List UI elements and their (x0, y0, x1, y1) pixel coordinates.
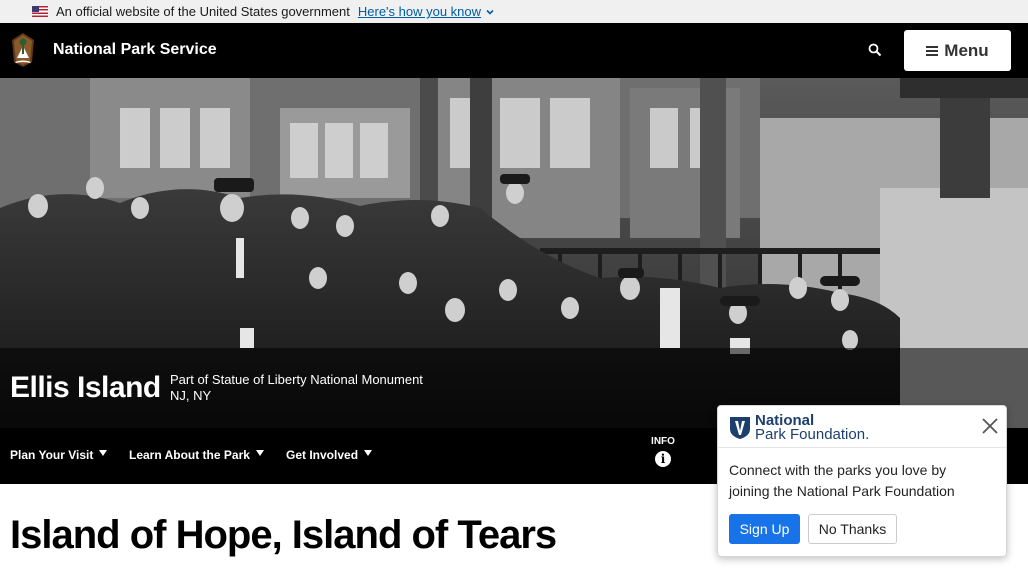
nav-plan-your-visit[interactable]: Plan Your Visit (10, 448, 108, 462)
park-name[interactable]: Ellis Island (10, 371, 161, 405)
sign-up-button[interactable]: Sign Up (729, 514, 800, 544)
hero-image: Ellis Island Part of Statue of Liberty N… (0, 78, 1028, 428)
us-flag-icon (32, 6, 48, 17)
npf-message: Connect with the parks you love by joini… (729, 462, 955, 499)
nav-get-involved-label[interactable]: Get Involved (286, 448, 358, 462)
search-icon[interactable] (868, 43, 882, 57)
site-title[interactable]: National Park Service (53, 41, 217, 59)
npf-popup: National Park Foundation. Connect with t… (717, 405, 1007, 557)
caret-down-icon[interactable] (255, 450, 264, 456)
page-title: Island of Hope, Island of Tears (10, 513, 557, 557)
park-designation: Part of Statue of Liberty National Monum… (170, 372, 423, 387)
hamburger-icon[interactable] (926, 45, 939, 56)
menu-label[interactable]: Menu (944, 41, 988, 61)
npf-shield-icon (730, 417, 750, 439)
site-header: National Park Service Menu (0, 23, 1028, 78)
caret-down-icon[interactable] (364, 450, 373, 456)
chevron-down-icon[interactable] (485, 7, 495, 17)
nav-plan-your-visit-label[interactable]: Plan Your Visit (10, 448, 93, 462)
caret-down-icon[interactable] (99, 450, 108, 456)
nav-learn-about-the-park-label[interactable]: Learn About the Park (129, 448, 250, 462)
arrowhead-logo-icon[interactable] (10, 32, 36, 68)
info-label[interactable]: INFO (651, 436, 675, 447)
npf-logo: National Park Foundation. (729, 413, 870, 443)
info-button[interactable]: INFO i (650, 436, 676, 467)
close-icon[interactable] (981, 417, 999, 435)
heres-how-you-know-link[interactable]: Here's how you know (358, 4, 495, 19)
npf-divider (718, 447, 1006, 448)
info-icon[interactable]: i (655, 451, 671, 467)
park-states: NJ, NY (170, 388, 212, 403)
park-subtitle: Part of Statue of Liberty National Monum… (170, 372, 423, 404)
menu-button[interactable]: Menu (904, 30, 1011, 71)
gov-banner-text: An official website of the United States… (56, 4, 350, 19)
npf-logo-line2: Park Foundation. (755, 426, 870, 443)
heres-how-you-know-label[interactable]: Here's how you know (358, 4, 481, 19)
nav-learn-about-the-park[interactable]: Learn About the Park (129, 448, 264, 462)
no-thanks-button[interactable]: No Thanks (808, 514, 897, 544)
nav-get-involved[interactable]: Get Involved (286, 448, 373, 462)
gov-banner: An official website of the United States… (0, 0, 1028, 23)
